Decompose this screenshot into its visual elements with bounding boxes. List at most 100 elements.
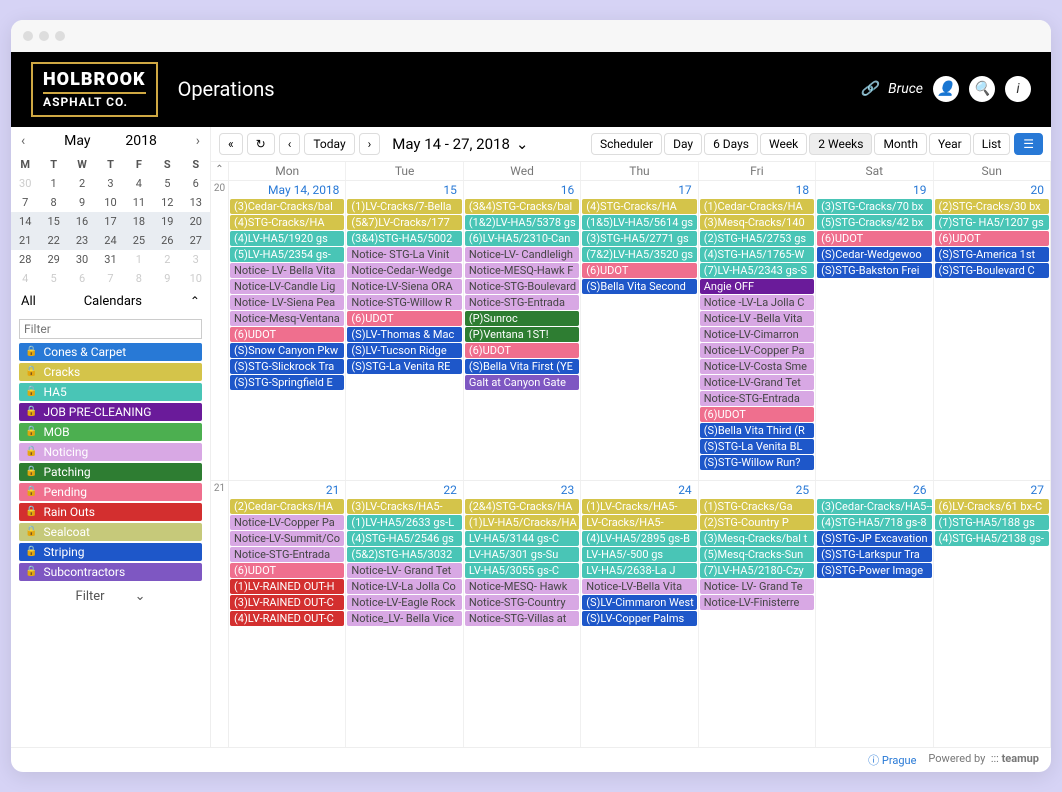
refresh-button[interactable]: ↻: [247, 133, 275, 155]
event-item[interactable]: (4)LV-RAINED OUT-C: [230, 611, 344, 626]
day-cell[interactable]: 27(6)LV-Cracks/61 bx-C(1)STG-HA5/188 gs(…: [934, 481, 1051, 747]
event-item[interactable]: Notice- LV- Grand Te: [700, 579, 814, 594]
event-item[interactable]: (5)LV-HA5/2354 gs-: [230, 247, 344, 262]
event-item[interactable]: (2)STG-Country P: [700, 515, 814, 530]
view-button-week[interactable]: Week: [760, 133, 807, 155]
mini-cal-day[interactable]: 30: [11, 174, 39, 193]
event-item[interactable]: (4)STG-Cracks/HA: [230, 215, 344, 230]
event-item[interactable]: (5)Mesq-Cracks-Sun: [700, 547, 814, 562]
event-item[interactable]: (6)UDOT: [230, 327, 344, 342]
event-item[interactable]: (6)LV-HA5/2310-Can: [465, 231, 579, 246]
event-item[interactable]: Notice-LV-Grand Tet: [700, 375, 814, 390]
calendar-item[interactable]: 🔒MOB: [19, 423, 202, 441]
calendar-item[interactable]: 🔒Striping: [19, 543, 202, 561]
mini-cal-day[interactable]: 3: [182, 250, 210, 269]
event-item[interactable]: (S)Bella Vita Second: [582, 279, 696, 294]
mini-cal-day[interactable]: 2: [153, 250, 181, 269]
view-button-6days[interactable]: 6 Days: [704, 133, 758, 155]
day-cell[interactable]: 23(2&4)STG-Cracks/HA(1)LV-HA5/Cracks/HAL…: [464, 481, 581, 747]
mini-cal-day[interactable]: 20: [182, 212, 210, 231]
mini-cal-day[interactable]: 9: [68, 193, 96, 212]
timezone-link[interactable]: ⓘ Prague: [868, 754, 916, 767]
event-item[interactable]: (3)Cedar-Cracks/bal: [230, 199, 344, 214]
event-item[interactable]: (S)Cedar-Wedgewoo: [817, 247, 931, 262]
event-item[interactable]: (S)STG-La Venita BL: [700, 439, 814, 454]
event-item[interactable]: Notice-LV-Copper Pa: [700, 343, 814, 358]
day-date[interactable]: 16: [464, 181, 580, 199]
event-item[interactable]: (5)STG-Cracks/42 bx: [817, 215, 931, 230]
day-cell[interactable]: 25(1)STG-Cracks/Ga(2)STG-Country P(3)Mes…: [699, 481, 816, 747]
event-item[interactable]: Notice-MESQ- Hawk: [465, 579, 579, 594]
event-item[interactable]: LV-HA5/301 gs-Su: [465, 547, 579, 562]
event-item[interactable]: (3)LV-RAINED OUT-C: [230, 595, 344, 610]
calendar-item[interactable]: 🔒JOB PRE-CLEANING: [19, 403, 202, 421]
event-item[interactable]: (4)LV-HA5/1920 gs: [230, 231, 344, 246]
event-item[interactable]: (P)Ventana 1ST!: [465, 327, 579, 342]
event-item[interactable]: (S)STG-Springfield E: [230, 375, 344, 390]
mini-cal-day[interactable]: 27: [182, 231, 210, 250]
day-cell[interactable]: 17(4)STG-Cracks/HA(1&5)LV-HA5/5614 gs(3)…: [581, 181, 698, 480]
event-item[interactable]: (3)Mesq-Cracks/bal t: [700, 531, 814, 546]
mini-cal-day[interactable]: 17: [96, 212, 124, 231]
event-item[interactable]: LV-HA5/-500 gs: [582, 547, 696, 562]
avatar-button[interactable]: 👤: [933, 76, 959, 102]
event-item[interactable]: (3&4)STG-Cracks/bal: [465, 199, 579, 214]
event-item[interactable]: (4)STG-HA5/1765-W: [700, 247, 814, 262]
day-date[interactable]: 20: [934, 181, 1050, 199]
day-date[interactable]: 23: [464, 481, 580, 499]
menu-button[interactable]: ☰: [1014, 133, 1043, 155]
event-item[interactable]: Notice-LV- Candleligh: [465, 247, 579, 262]
event-item[interactable]: (4)STG-HA5/718 gs-8: [817, 515, 931, 530]
view-button-list[interactable]: List: [973, 133, 1011, 155]
event-item[interactable]: Notice-STG-Country: [465, 595, 579, 610]
event-item[interactable]: (4)STG-HA5/2546 gs: [347, 531, 461, 546]
calendar-item[interactable]: 🔒Cones & Carpet: [19, 343, 202, 361]
event-item[interactable]: (5&7)LV-Cracks/177: [347, 215, 461, 230]
event-item[interactable]: Notice-LV-La Jolla Co: [347, 579, 461, 594]
event-item[interactable]: Notice-LV-Candle Lig: [230, 279, 344, 294]
mini-cal-day[interactable]: 25: [125, 231, 153, 250]
event-item[interactable]: (1)Cedar-Cracks/HA: [700, 199, 814, 214]
view-button-2weeks[interactable]: 2 Weeks: [809, 133, 872, 155]
event-item[interactable]: (3)LV-Cracks/HA5-: [347, 499, 461, 514]
day-date[interactable]: 24: [581, 481, 697, 499]
event-item[interactable]: Notice-STG-Entrada: [465, 295, 579, 310]
event-item[interactable]: (1)LV-Cracks/7-Bella: [347, 199, 461, 214]
event-item[interactable]: (3)Mesq-Cracks/140: [700, 215, 814, 230]
mini-cal-day[interactable]: 18: [125, 212, 153, 231]
event-item[interactable]: Notice-STG-Willow R: [347, 295, 461, 310]
event-item[interactable]: Notice- STG-La Vinit: [347, 247, 461, 262]
mini-cal-day[interactable]: 4: [11, 269, 39, 288]
mini-cal-day[interactable]: 30: [68, 250, 96, 269]
event-item[interactable]: Notice-LV -Bella Vita: [700, 311, 814, 326]
event-item[interactable]: Notice-STG-Entrada: [230, 547, 344, 562]
mini-cal-day[interactable]: 12: [153, 193, 181, 212]
mini-cal-day[interactable]: 13: [182, 193, 210, 212]
mini-cal-day[interactable]: 5: [153, 174, 181, 193]
day-date[interactable]: 18: [699, 181, 815, 199]
mini-cal-day[interactable]: 3: [96, 174, 124, 193]
event-item[interactable]: Galt at Canyon Gate: [465, 375, 579, 390]
event-item[interactable]: (S)STG-Larkspur Tra: [817, 547, 931, 562]
event-item[interactable]: Notice-LV-Siena ORA: [347, 279, 461, 294]
event-item[interactable]: Notice-Cedar-Wedge: [347, 263, 461, 278]
view-button-day[interactable]: Day: [664, 133, 702, 155]
event-item[interactable]: Notice- LV-Siena Pea: [230, 295, 344, 310]
mini-prev-button[interactable]: ‹: [17, 131, 29, 151]
calendar-item[interactable]: 🔒Sealcoat: [19, 523, 202, 541]
calendar-item[interactable]: 🔒Cracks: [19, 363, 202, 381]
event-item[interactable]: (3&4)STG-HA5/5002: [347, 231, 461, 246]
event-item[interactable]: Notice-STG-Villas at: [465, 611, 579, 626]
view-button-month[interactable]: Month: [874, 133, 926, 155]
view-button-year[interactable]: Year: [929, 133, 971, 155]
event-item[interactable]: (S)STG-JP Excavation: [817, 531, 931, 546]
day-date[interactable]: 15: [346, 181, 462, 199]
calendar-item[interactable]: 🔒Subcontractors: [19, 563, 202, 581]
event-item[interactable]: (7)LV-HA5/2343 gs-S: [700, 263, 814, 278]
mini-cal-day[interactable]: 23: [68, 231, 96, 250]
event-item[interactable]: Notice-STG-Boulevard: [465, 279, 579, 294]
event-item[interactable]: (P)Sunroc: [465, 311, 579, 326]
mini-cal-day[interactable]: 19: [153, 212, 181, 231]
all-label[interactable]: All: [21, 294, 36, 309]
calendar-item[interactable]: 🔒Patching: [19, 463, 202, 481]
